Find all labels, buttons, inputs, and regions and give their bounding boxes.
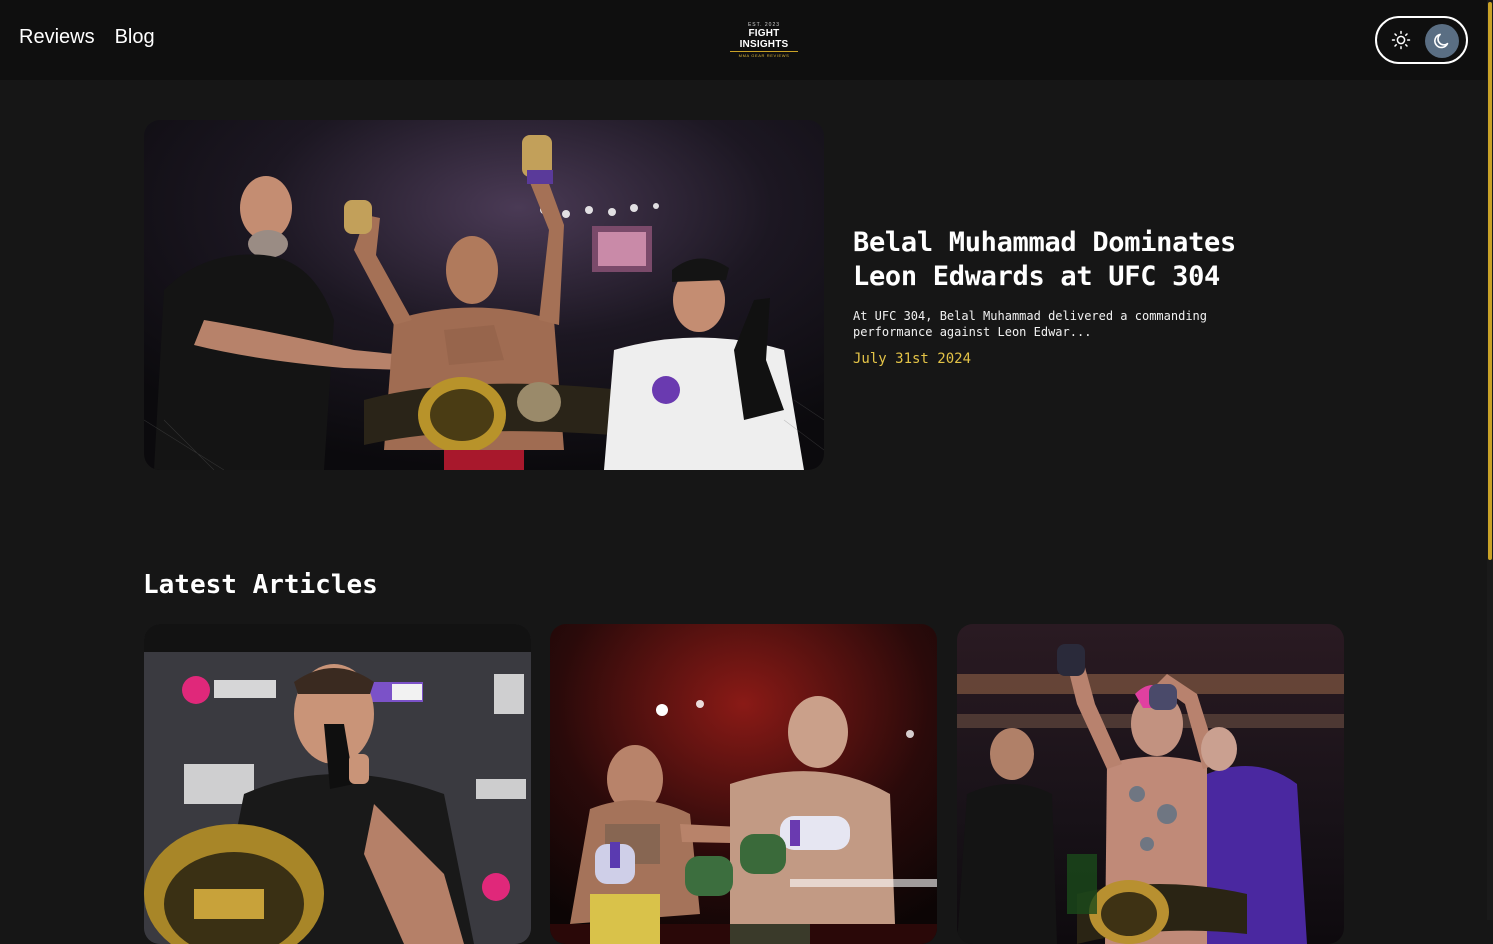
tom-aspinall-press-conference-photo	[144, 624, 531, 944]
site-header: Reviews Blog EST. 2023 FIGHT INSIGHTS MM…	[0, 0, 1487, 80]
logo-tagline-text: MMA GEAR REVIEWS	[738, 53, 790, 58]
moon-icon-button[interactable]	[1425, 24, 1459, 58]
scrollbar-thumb[interactable]	[1488, 2, 1492, 560]
nav-reviews-link[interactable]: Reviews	[19, 26, 95, 49]
main-nav: Reviews Blog	[19, 26, 155, 49]
hero-date: July 31st 2024	[853, 351, 972, 367]
logo-name-text: FIGHT INSIGHTS	[739, 28, 789, 50]
logo-divider	[730, 51, 798, 52]
article-card[interactable]	[957, 624, 1344, 944]
site-logo[interactable]: EST. 2023 FIGHT INSIGHTS MMA GEAR REVIEW…	[726, 22, 802, 58]
article-card[interactable]	[144, 624, 531, 944]
sun-icon[interactable]	[1391, 30, 1411, 50]
hero-title[interactable]: Belal Muhammad Dominates Leon Edwards at…	[853, 226, 1273, 294]
hero-image[interactable]	[144, 120, 824, 470]
latest-articles-heading: Latest Articles	[143, 570, 378, 600]
hero-excerpt: At UFC 304, Belal Muhammad delivered a c…	[853, 309, 1208, 339]
theme-toggle[interactable]	[1375, 16, 1468, 64]
sean-omalley-victory-photo	[957, 624, 1344, 944]
belal-muhammad-victory-photo	[144, 120, 824, 470]
nav-blog-link[interactable]: Blog	[115, 26, 155, 49]
article-card[interactable]	[550, 624, 937, 944]
page-scrollbar[interactable]	[1487, 0, 1493, 920]
moon-icon	[1434, 33, 1449, 49]
hero-article[interactable]: Belal Muhammad Dominates Leon Edwards at…	[853, 226, 1273, 367]
usyk-fury-boxing-photo	[550, 624, 937, 944]
